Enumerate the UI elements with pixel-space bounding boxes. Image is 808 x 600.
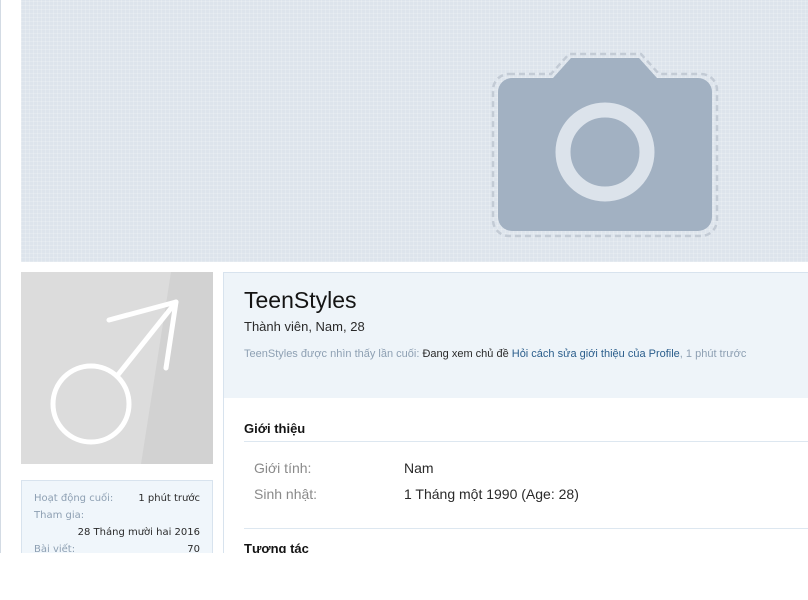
thread-link[interactable]: Hỏi cách sửa giới thiệu của Profile: [512, 348, 680, 360]
interact-heading: Tương tác: [244, 541, 309, 553]
page-border: [0, 0, 1, 553]
last-seen-text: TeenStyles được nhìn thấy lần cuối: Đang…: [244, 348, 746, 360]
profile-header: TeenStyles Thành viên, Nam, 28 TeenStyle…: [224, 273, 808, 398]
divider: [244, 528, 808, 529]
member-stats: Hoạt động cuối: 1 phút trước Tham gia: 2…: [21, 480, 213, 553]
avatar[interactable]: [21, 272, 213, 464]
cover-photo[interactable]: [21, 0, 808, 262]
last-seen-prefix: TeenStyles được nhìn thấy lần cuối:: [244, 348, 420, 360]
stat-label: Tham gia:: [34, 510, 85, 521]
profile-main: TeenStyles Thành viên, Nam, 28 TeenStyle…: [223, 272, 808, 553]
stat-posts: Bài viết: 70: [34, 543, 200, 553]
stat-label: Bài viết:: [34, 544, 76, 553]
divider: [244, 441, 808, 442]
stat-label: Hoạt động cuối:: [34, 493, 114, 504]
stat-value: 1 phút trước: [138, 493, 200, 504]
stat-value: 28 Tháng mười hai 2016: [77, 527, 200, 538]
birthday-value: 1 Tháng một 1990 (Age: 28): [404, 486, 579, 502]
last-seen-action: Đang xem chủ đề: [422, 348, 509, 360]
separator: ,: [679, 348, 683, 360]
stat-joined-label-row: Tham gia:: [34, 509, 200, 523]
user-title: Thành viên, Nam, 28: [244, 319, 365, 334]
camera-icon: [491, 52, 719, 238]
gender-value: Nam: [404, 460, 434, 476]
username: TeenStyles: [244, 287, 357, 313]
last-seen-time: 1 phút trước: [685, 348, 747, 360]
stat-joined-value-row: 28 Tháng mười hai 2016: [34, 526, 200, 540]
stat-last-activity: Hoạt động cuối: 1 phút trước: [34, 492, 200, 506]
profile-page: Hoạt động cuối: 1 phút trước Tham gia: 2…: [0, 0, 808, 553]
male-symbol-icon: [21, 272, 213, 464]
stat-value[interactable]: 70: [187, 543, 200, 553]
birthday-label: Sinh nhật:: [254, 486, 318, 502]
gender-label: Giới tính:: [254, 460, 312, 476]
about-heading: Giới thiệu: [244, 421, 306, 436]
